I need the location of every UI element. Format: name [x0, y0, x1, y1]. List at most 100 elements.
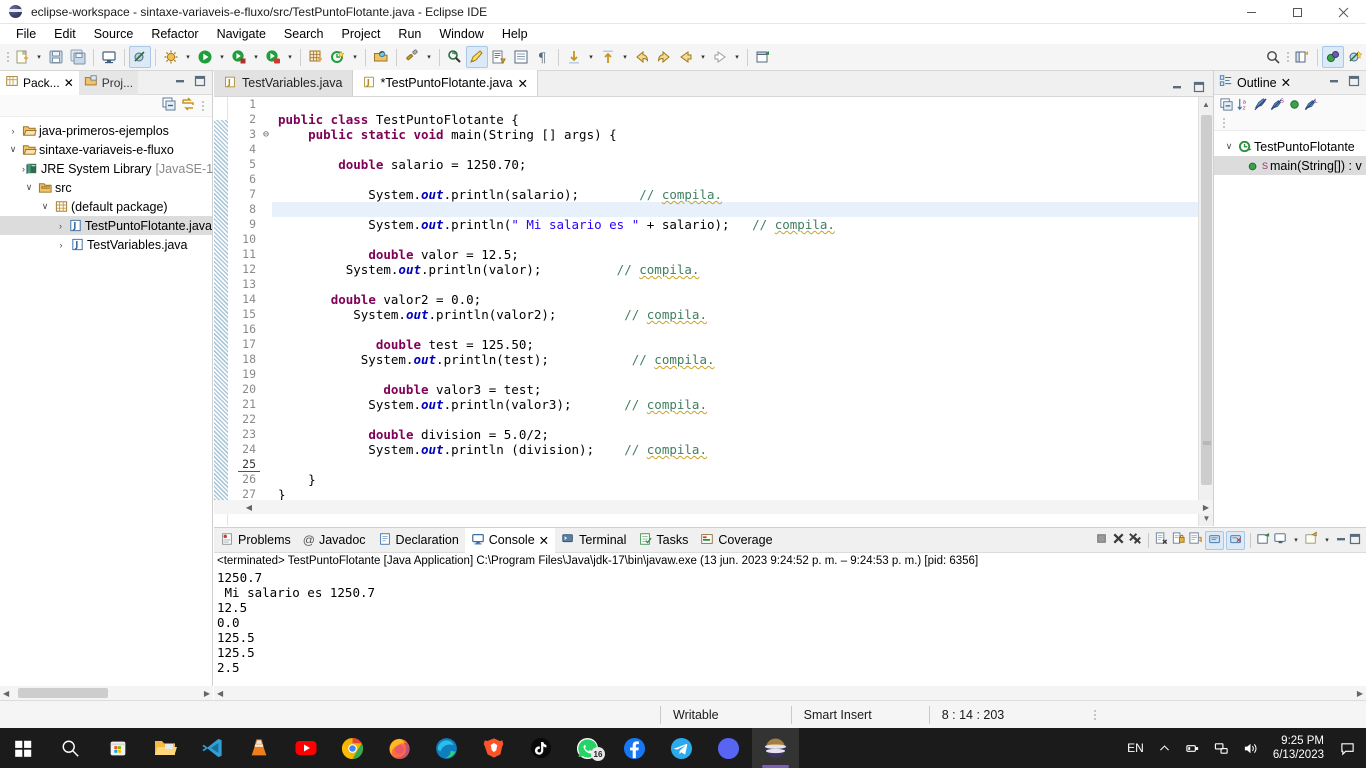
coverage-icon[interactable]	[228, 46, 250, 68]
pilcrow-icon[interactable]: ¶	[532, 46, 554, 68]
collapse-all-icon[interactable]	[1219, 97, 1234, 115]
code-line[interactable]: double valor = 12.5;	[272, 247, 1198, 262]
status-menu-icon[interactable]	[1091, 706, 1098, 724]
code-line[interactable]	[272, 457, 1198, 472]
new-window-icon[interactable]	[752, 46, 774, 68]
edge-icon[interactable]	[423, 728, 470, 768]
annotation-ruler[interactable]	[214, 97, 228, 526]
display-selected-console-icon[interactable]	[1226, 530, 1245, 550]
code-line[interactable]: System.out.println(valor); // compila.	[272, 262, 1198, 277]
tab-tasks[interactable]: Tasks	[632, 528, 694, 553]
show-whitespace-icon[interactable]	[488, 46, 510, 68]
code-line[interactable]: System.out.println(valor3); // compila.	[272, 397, 1198, 412]
code-line[interactable]: System.out.println(test); // compila.	[272, 352, 1198, 367]
microsoft-store-icon[interactable]	[94, 728, 141, 768]
chevron-down-icon[interactable]: ∨	[1222, 141, 1236, 152]
code-line[interactable]	[272, 322, 1198, 337]
minimize-icon[interactable]	[1171, 81, 1183, 96]
profile-icon[interactable]	[262, 46, 284, 68]
save-icon[interactable]	[45, 46, 67, 68]
console-hscrollbar[interactable]: ◀ ▶	[214, 686, 1366, 700]
editor-body[interactable]: 1 2 3 4 5 6 7 8 9 10 11 12 13 14 15 16 17 18 19 20 21 22 23 24 2…	[214, 97, 1213, 526]
scroll-left-arrow[interactable]: ◀	[242, 500, 256, 514]
close-icon[interactable]: ✕	[1281, 75, 1291, 90]
scroll-lock-icon[interactable]	[1171, 531, 1186, 549]
menu-search[interactable]: Search	[275, 25, 333, 43]
code-line[interactable]: double division = 5.0/2;	[272, 427, 1198, 442]
tree-item-default-package[interactable]: ∨ (default package)	[0, 197, 212, 216]
new-console-view-icon[interactable]	[1273, 531, 1288, 549]
menu-window[interactable]: Window	[430, 25, 492, 43]
run-dropdown-arrow[interactable]: ▾	[216, 46, 228, 68]
code-line[interactable]	[272, 232, 1198, 247]
editor-tab-TestVariables[interactable]: J TestVariables.java	[214, 70, 353, 96]
code-line[interactable]: double test = 125.50;	[272, 337, 1198, 352]
hide-nonpublic-members-icon[interactable]	[1287, 97, 1302, 115]
chevron-right-icon[interactable]: ›	[54, 221, 67, 231]
code-line[interactable]: System.out.println(" Mi salario es " + s…	[272, 217, 1198, 232]
chevron-down-icon[interactable]: ∨	[38, 201, 52, 212]
console-icon[interactable]	[98, 46, 120, 68]
close-icon[interactable]: ✕	[539, 533, 549, 548]
java-perspective-icon[interactable]	[1322, 46, 1344, 68]
search-icon-toolbar[interactable]	[401, 46, 423, 68]
new-annotation-dropdown-arrow[interactable]: ▾	[349, 46, 361, 68]
next-edit-location-icon[interactable]	[563, 46, 585, 68]
telegram-icon[interactable]	[658, 728, 705, 768]
minimize-icon[interactable]	[1335, 533, 1347, 548]
menu-source[interactable]: Source	[85, 25, 143, 43]
open-console-icon[interactable]	[1256, 531, 1271, 549]
youtube-icon[interactable]	[282, 728, 329, 768]
chrome-icon[interactable]	[329, 728, 376, 768]
menu-run[interactable]: Run	[389, 25, 430, 43]
minimize-button[interactable]	[1228, 0, 1274, 24]
close-button[interactable]	[1320, 0, 1366, 24]
tree-item-java-primeros-ejemplos[interactable]: › java-primeros-ejemplos	[0, 121, 212, 140]
volume-icon[interactable]	[1236, 728, 1265, 768]
remove-launch-icon[interactable]	[1111, 531, 1126, 549]
brave-lion-icon[interactable]	[470, 728, 517, 768]
menu-refactor[interactable]: Refactor	[142, 25, 207, 43]
new-console-arrow[interactable]: ▾	[1321, 529, 1333, 551]
search-dropdown-arrow[interactable]: ▾	[423, 46, 435, 68]
vscode-icon[interactable]	[188, 728, 235, 768]
new-annotation-icon[interactable]	[327, 46, 349, 68]
menu-edit[interactable]: Edit	[45, 25, 85, 43]
firefox-icon[interactable]	[376, 728, 423, 768]
skip-all-breakpoints-icon[interactable]	[129, 46, 151, 68]
quick-access-search-icon[interactable]	[1262, 46, 1284, 68]
code-line[interactable]: double salario = 1250.70;	[272, 157, 1198, 172]
code-line[interactable]	[272, 97, 1198, 112]
new-wizard-icon[interactable]	[11, 46, 33, 68]
hide-local-types-icon[interactable]: L	[1304, 97, 1319, 115]
next-annotation-icon[interactable]	[444, 46, 466, 68]
chevron-down-icon[interactable]: ∨	[6, 144, 20, 155]
scroll-right-arrow[interactable]: ▶	[1199, 500, 1213, 514]
code-line[interactable]: public static void main(String [] args) …	[272, 127, 1198, 142]
discord-icon[interactable]	[705, 728, 752, 768]
new-java-project-icon[interactable]	[305, 46, 327, 68]
open-console-arrow[interactable]: ▾	[1290, 529, 1302, 551]
code-line[interactable]: System.out.println (division); // compil…	[272, 442, 1198, 457]
profile-dropdown-arrow[interactable]: ▾	[284, 46, 296, 68]
folding-ruler[interactable]: ⊖	[260, 97, 272, 526]
scroll-left-arrow[interactable]: ◀	[3, 689, 9, 698]
code-line[interactable]	[272, 367, 1198, 382]
eclipse-icon[interactable]	[752, 728, 799, 768]
pin-console-icon[interactable]	[1205, 530, 1224, 550]
maximize-icon[interactable]	[1348, 75, 1360, 90]
overview-marker[interactable]	[1203, 441, 1211, 445]
code-line[interactable]	[272, 277, 1198, 292]
whatsapp-icon[interactable]: 16	[564, 728, 611, 768]
editor-tab-TestPuntoFlotante[interactable]: J *TestPuntoFlotante.java ✕	[352, 70, 539, 96]
close-icon[interactable]: ✕	[518, 76, 528, 91]
view-menu-icon[interactable]	[199, 98, 206, 114]
code-line[interactable]	[272, 202, 1198, 217]
debug-perspective-icon[interactable]	[1344, 46, 1366, 68]
hide-fields-icon[interactable]	[1253, 97, 1268, 115]
editor-vscrollbar[interactable]: ▲ ▼	[1198, 97, 1213, 526]
show-hidden-icons-chevron-icon[interactable]	[1151, 728, 1178, 768]
scroll-right-arrow[interactable]: ▶	[1357, 689, 1363, 698]
clear-console-icon[interactable]	[1154, 531, 1169, 549]
tree-item-TestPuntoFlotante-java[interactable]: › J TestPuntoFlotante.java	[0, 216, 212, 235]
